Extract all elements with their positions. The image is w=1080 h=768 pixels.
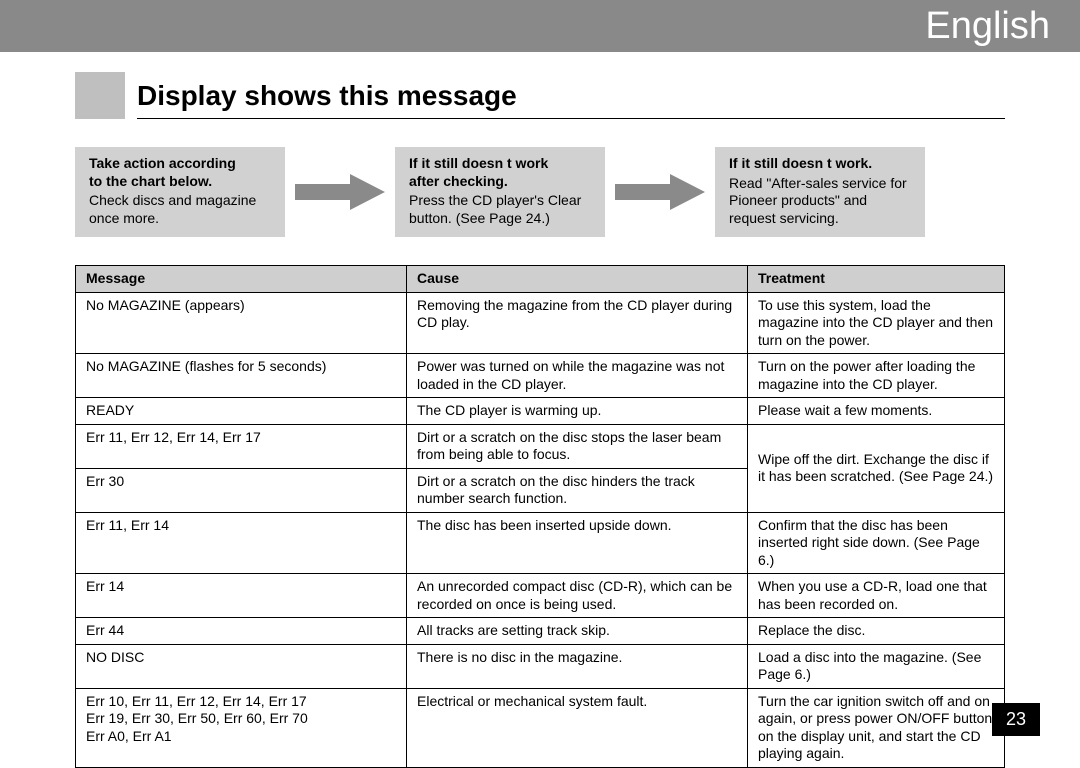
cell-cause: There is no disc in the magazine.	[407, 644, 748, 688]
table-row: READYThe CD player is warming up.Please …	[76, 398, 1005, 425]
heading-text: Display shows this message	[137, 72, 1005, 119]
cell-treatment: Replace the disc.	[748, 618, 1005, 645]
cell-treatment: Wipe off the dirt. Exchange the disc if …	[748, 424, 1005, 512]
cell-cause: The CD player is warming up.	[407, 398, 748, 425]
table-row: Err 44All tracks are setting track skip.…	[76, 618, 1005, 645]
cell-message: READY	[76, 398, 407, 425]
cell-cause: The disc has been inserted upside down.	[407, 512, 748, 574]
table-row: Err 11, Err 14The disc has been inserted…	[76, 512, 1005, 574]
table-row: Err 14An unrecorded compact disc (CD-R),…	[76, 574, 1005, 618]
table-row: Err 10, Err 11, Err 12, Err 14, Err 17 E…	[76, 688, 1005, 767]
cell-cause: An unrecorded compact disc (CD-R), which…	[407, 574, 748, 618]
col-header-message: Message	[76, 266, 407, 293]
cell-cause: Dirt or a scratch on the disc hinders th…	[407, 468, 748, 512]
cell-cause: Removing the magazine from the CD player…	[407, 292, 748, 354]
step-2-title-line1: If it still doesn t work	[409, 155, 548, 171]
message-table: Message Cause Treatment No MAGAZINE (app…	[75, 265, 1005, 768]
step-2-title-line2: after checking.	[409, 173, 508, 189]
cell-message: Err 44	[76, 618, 407, 645]
col-header-cause: Cause	[407, 266, 748, 293]
step-3-title-line1: If it still doesn t work.	[729, 155, 872, 171]
step-3-body: Read "After-sales service for Pioneer pr…	[729, 175, 911, 228]
cell-cause: All tracks are setting track skip.	[407, 618, 748, 645]
cell-treatment: When you use a CD-R, load one that has b…	[748, 574, 1005, 618]
cell-cause: Power was turned on while the magazine w…	[407, 354, 748, 398]
heading-accent-block	[75, 72, 125, 119]
cell-message: Err 30	[76, 468, 407, 512]
top-bar: English	[0, 0, 1080, 52]
cell-message: No MAGAZINE (appears)	[76, 292, 407, 354]
cell-message: Err 14	[76, 574, 407, 618]
step-1-title-line1: Take action according	[89, 155, 236, 171]
cell-treatment: Please wait a few moments.	[748, 398, 1005, 425]
table-row: Err 11, Err 12, Err 14, Err 17Dirt or a …	[76, 424, 1005, 468]
cell-treatment: Confirm that the disc has been inserted …	[748, 512, 1005, 574]
step-1-title-line2: to the chart below.	[89, 173, 212, 189]
table-header-row: Message Cause Treatment	[76, 266, 1005, 293]
cell-cause: Dirt or a scratch on the disc stops the …	[407, 424, 748, 468]
cell-treatment: Turn on the power after loading the maga…	[748, 354, 1005, 398]
steps-row: Take action according to the chart below…	[75, 147, 1005, 237]
cell-message: Err 11, Err 14	[76, 512, 407, 574]
cell-cause: Electrical or mechanical system fault.	[407, 688, 748, 767]
step-1-body: Check discs and magazine once more.	[89, 192, 271, 227]
cell-message: Err 10, Err 11, Err 12, Err 14, Err 17 E…	[76, 688, 407, 767]
arrow-icon	[615, 172, 705, 212]
step-box-2: If it still doesn t work after checking.…	[395, 147, 605, 237]
table-row: NO DISCThere is no disc in the magazine.…	[76, 644, 1005, 688]
table-row: No MAGAZINE (appears)Removing the magazi…	[76, 292, 1005, 354]
table-row: No MAGAZINE (flashes for 5 seconds)Power…	[76, 354, 1005, 398]
page-number: 23	[992, 703, 1040, 736]
cell-message: Err 11, Err 12, Err 14, Err 17	[76, 424, 407, 468]
cell-treatment: Load a disc into the magazine. (See Page…	[748, 644, 1005, 688]
cell-message: No MAGAZINE (flashes for 5 seconds)	[76, 354, 407, 398]
col-header-treatment: Treatment	[748, 266, 1005, 293]
step-box-3: If it still doesn t work. Read "After-sa…	[715, 147, 925, 237]
section-heading: Display shows this message	[75, 72, 1005, 119]
step-box-1: Take action according to the chart below…	[75, 147, 285, 237]
cell-message: NO DISC	[76, 644, 407, 688]
cell-treatment: To use this system, load the magazine in…	[748, 292, 1005, 354]
step-2-body: Press the CD player's Clear button. (See…	[409, 192, 591, 227]
arrow-icon	[295, 172, 385, 212]
cell-treatment: Turn the car ignition switch off and on …	[748, 688, 1005, 767]
language-label: English	[925, 5, 1050, 48]
